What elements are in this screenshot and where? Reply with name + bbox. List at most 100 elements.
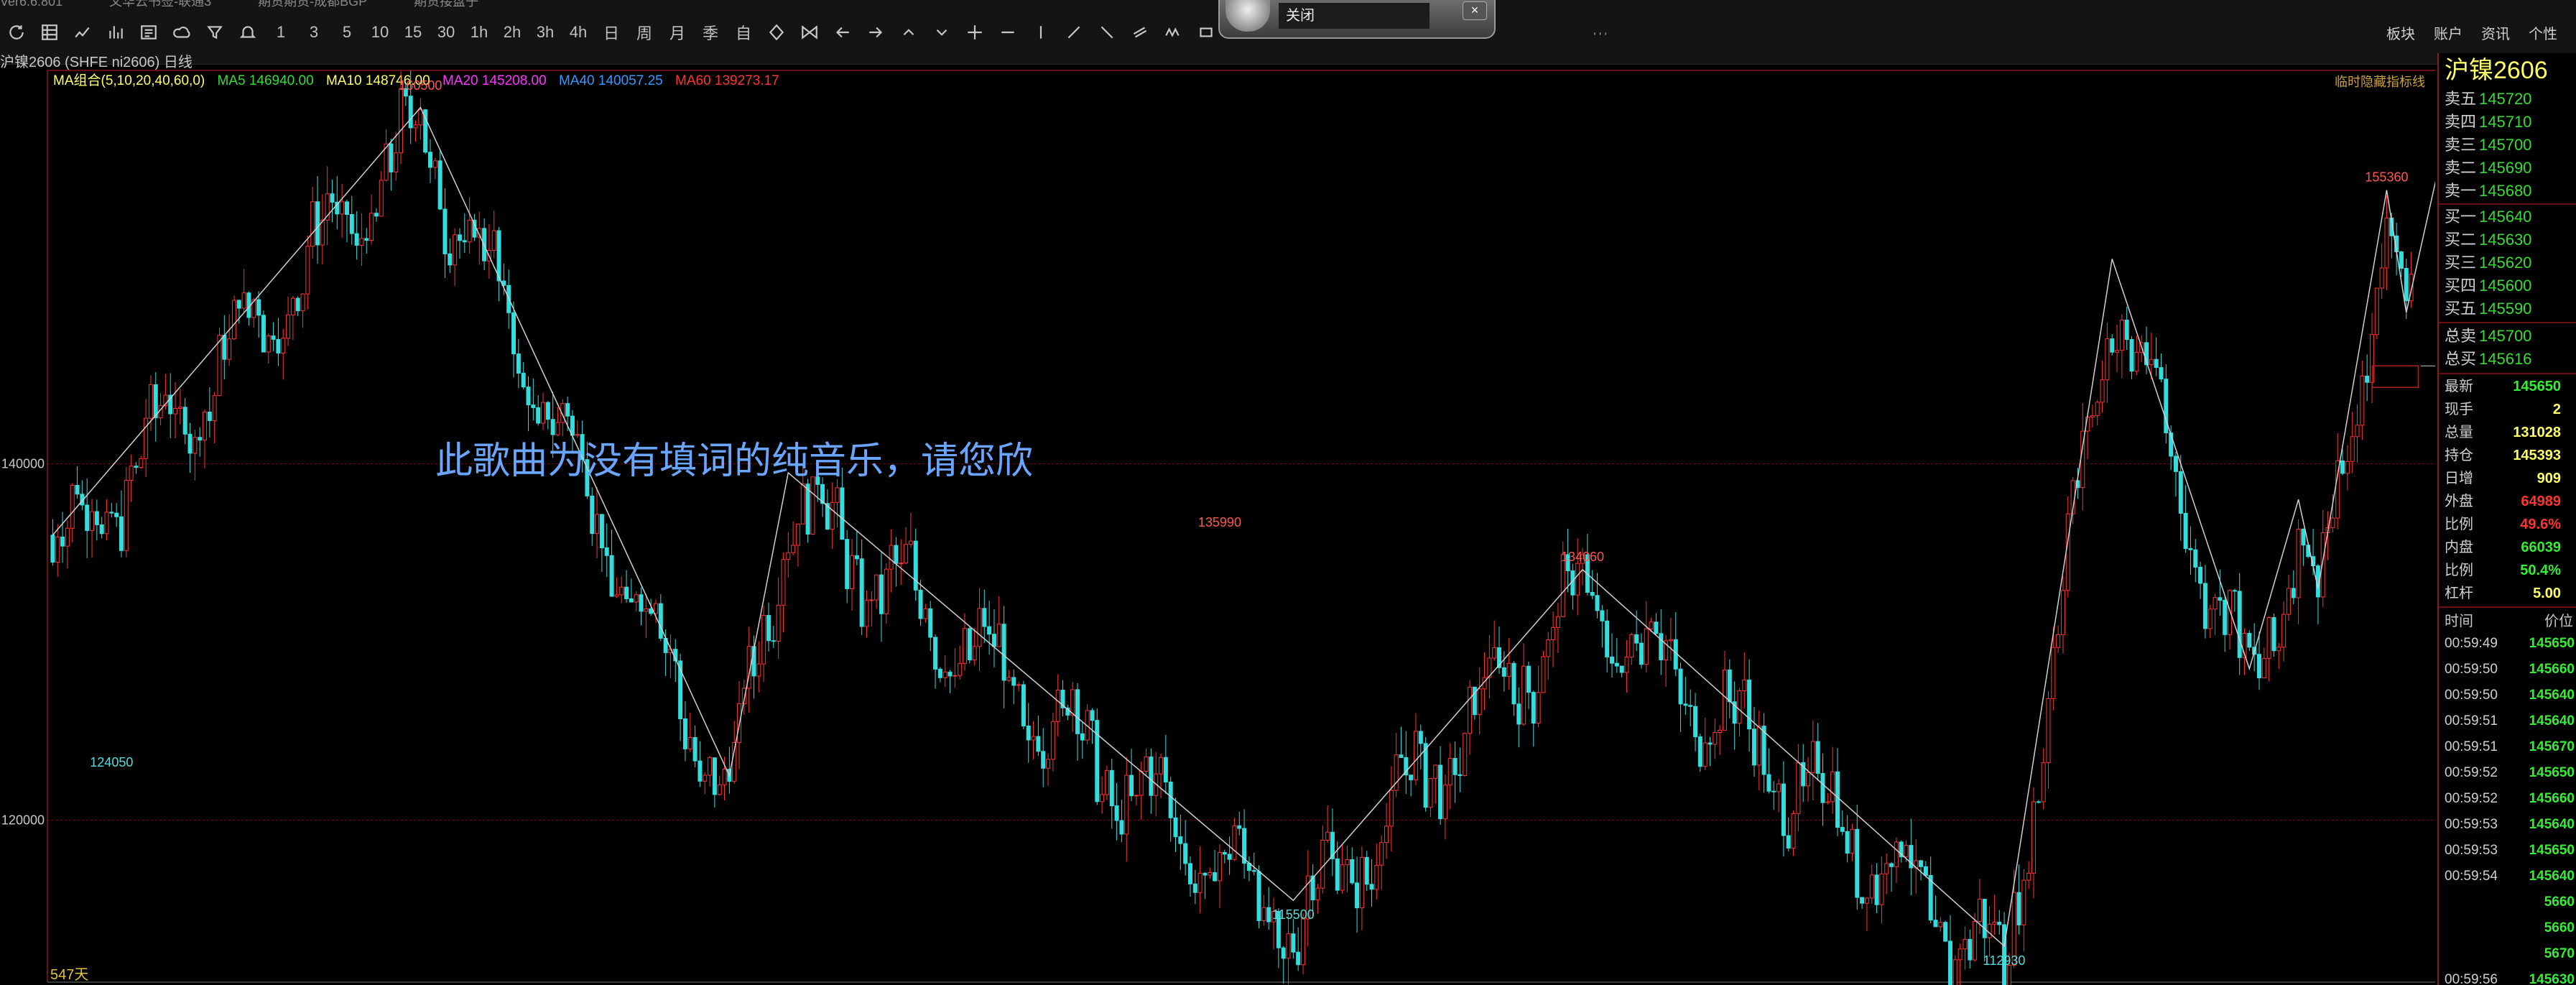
menu-news[interactable]: 资讯 [2481,22,2510,43]
candle-body [65,527,70,547]
period-4h[interactable]: 4h [562,16,595,49]
period-3h[interactable]: 3h [529,16,562,49]
candle-body [1737,690,1742,724]
more-icon[interactable] [1583,17,1616,50]
candle-body [2193,549,2198,568]
period-1h[interactable]: 1h [463,16,496,49]
bid-row[interactable]: 买二 145630 [2445,228,2576,251]
candle-body [1119,820,1124,835]
candle-body [241,292,246,309]
candle-body [1997,921,2002,925]
candle-body [1261,907,1266,921]
menu-sector[interactable]: 板块 [2386,22,2415,43]
music-ball-icon[interactable] [1226,0,1270,32]
period-3[interactable]: 3 [297,16,330,49]
candle-body [1291,933,1296,953]
crosshair-icon[interactable] [958,16,991,49]
zoom-in-icon[interactable] [892,16,925,49]
ray-icon[interactable] [1090,16,1123,49]
period-month[interactable]: 月 [661,16,694,49]
period-2h[interactable]: 2h [496,16,529,49]
cloud-icon[interactable] [165,16,198,49]
vline-icon[interactable] [1024,16,1057,49]
bowtie-icon[interactable] [793,16,826,49]
candle-body [1776,783,1782,792]
candle-body [55,536,60,563]
candle-body [958,663,963,676]
candle-body [2065,513,2070,591]
bid-row[interactable]: 买五 145590 [2445,297,2576,320]
candle-body [1114,805,1119,821]
period-custom[interactable]: 自 [727,16,760,49]
bid-row[interactable]: 买四 145600 [2445,274,2576,297]
menu-personal[interactable]: 个性 [2529,22,2557,43]
period-15[interactable]: 15 [397,16,430,49]
bid-row[interactable]: 买一 145640 [2445,205,2576,228]
period-day[interactable]: 日 [595,16,628,49]
candlestick-chart[interactable]: 120000 140000 124050 160500 135990 115500 1340… [0,65,2435,985]
close-popup: 关闭 × [1218,0,1496,39]
wave-icon[interactable] [1157,16,1190,49]
ask-row[interactable]: 卖四 145710 [2445,111,2576,134]
diamond-icon[interactable] [760,16,793,49]
candle-body [1183,843,1188,864]
candle-body [1987,923,1992,938]
tick-row: 00:59:51 145670 [2445,734,2576,760]
tick-price: 145640 [2529,713,2575,729]
hline-icon[interactable] [991,16,1024,49]
ask-row[interactable]: 卖二 145690 [2445,157,2576,180]
candle-body [295,297,300,312]
candle-body [1031,736,1036,741]
grid-icon[interactable] [33,16,66,49]
candle-body [1958,948,1963,961]
candle-body [2223,599,2228,635]
candle-body [1668,639,1673,642]
ask-row[interactable]: 卖三 145700 [2445,134,2576,157]
stat-label: 外盘 [2445,494,2473,509]
arrow-right-icon[interactable] [859,16,892,49]
tick-price: 145640 [2529,688,2575,703]
tick-time: 00:59:52 [2445,765,2498,780]
candle-body [526,387,531,406]
candle-body [521,372,526,388]
ask-row[interactable]: 卖五 145720 [2445,88,2576,111]
candle-body [2237,591,2242,658]
tick-price: 145660 [2529,662,2575,677]
tick-row: 00:59:52 145660 [2445,786,2576,812]
ask-row[interactable]: 卖一 145680 [2445,180,2576,203]
segment-icon[interactable] [1057,16,1090,49]
period-week[interactable]: 周 [628,16,661,49]
bar-chart-icon[interactable] [99,16,132,49]
candle-body [1595,595,1600,611]
candle-body [1203,872,1208,876]
period-1[interactable]: 1 [264,16,297,49]
channel-icon[interactable] [1123,16,1157,49]
close-icon[interactable]: × [1463,1,1487,20]
candle-body [708,757,713,776]
title-fragment: 文华云书签-联通3 [109,0,212,7]
candle-body [1281,947,1286,959]
zoom-out-icon[interactable] [925,16,958,49]
line-chart-icon[interactable] [66,16,99,49]
candle-body [1683,703,1688,706]
candle-body [1438,764,1443,820]
menu-account[interactable]: 账户 [2434,22,2463,43]
period-10[interactable]: 10 [363,16,397,49]
candle-body [129,466,134,481]
popup-close-label[interactable]: 关闭 [1279,3,1430,29]
list-icon[interactable] [132,16,165,49]
bid-row[interactable]: 买三 145620 [2445,251,2576,274]
period-5[interactable]: 5 [330,16,363,49]
candle-body [2355,425,2360,438]
bell-icon[interactable] [231,16,264,49]
stat-value: 64989 [2521,494,2561,509]
period-quarter[interactable]: 季 [694,16,727,49]
arrow-left-icon[interactable] [826,16,859,49]
candle-body [217,335,222,397]
candle-body [2178,471,2183,514]
candle-body [776,604,781,642]
refresh-icon[interactable] [0,16,33,49]
filter-icon[interactable] [198,16,231,49]
period-30[interactable]: 30 [430,16,463,49]
candle-body [408,96,413,129]
